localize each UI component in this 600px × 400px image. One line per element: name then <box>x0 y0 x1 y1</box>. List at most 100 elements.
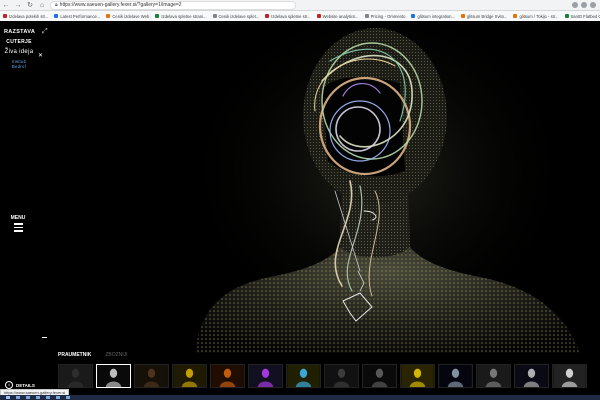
address-bar[interactable]: 🔒︎ https://www.saeuen-gallery.fexer.si/?g… <box>50 0 296 10</box>
bookmark-favicon-icon <box>364 14 369 18</box>
extension-icons <box>572 2 600 8</box>
thumbnail-image <box>249 365 282 387</box>
bookmark-favicon-icon <box>106 14 111 18</box>
brand-tagline: Živa ideja <box>4 49 34 55</box>
bookmark-label: Latest Performance... <box>60 13 101 19</box>
bookmark-item[interactable]: glitsum / Tokijo - str... <box>510 14 561 19</box>
thumbnail-image <box>401 365 434 387</box>
bookmark-item[interactable]: Latest Performance... <box>51 14 103 19</box>
bookmark-label: Cenik izdelave Web <box>112 13 150 19</box>
thumbnail-image <box>477 365 510 387</box>
thumbnail-colorful-people[interactable] <box>248 364 283 388</box>
bookmark-item[interactable]: Pricing - Ommento <box>362 14 409 19</box>
bookmark-label: Izdelava spletne str... <box>271 13 311 19</box>
thumbnail-strip <box>58 364 587 388</box>
bookmark-favicon-icon <box>411 14 416 18</box>
hamburger-icon <box>10 223 26 232</box>
home-icon[interactable]: ⌂ <box>38 0 46 11</box>
collapse-icon[interactable] <box>42 337 47 338</box>
bookmark-favicon-icon <box>54 14 59 18</box>
windows-start-icon[interactable] <box>6 396 10 399</box>
menu-label: MENU <box>10 215 26 221</box>
bookmark-label: Pricing - Ommento <box>370 13 406 19</box>
taskbar-app-icon[interactable] <box>46 396 50 399</box>
thumbnail-orange-figure[interactable] <box>210 364 245 388</box>
bookmark-favicon-icon <box>513 14 518 18</box>
thumbnail-yellow-cross[interactable] <box>400 364 435 388</box>
bookmark-favicon-icon <box>3 14 7 18</box>
thumbnail-spirit-figure[interactable] <box>438 364 473 388</box>
bookmark-favicon-icon <box>212 14 217 18</box>
menu-button[interactable]: MENU <box>10 215 26 234</box>
address-url: https://www.saeuen-gallery.fexer.si/?gal… <box>59 1 182 8</box>
gallery-page: RAZSTAVA CUTERJE Živa ideja Irwitub Bedr… <box>0 21 600 392</box>
bookmark-item[interactable]: glitsum Bridge Svito... <box>458 14 511 19</box>
bookmark-item[interactable]: Izdelava spletne str... <box>262 14 313 19</box>
bookmark-favicon-icon <box>265 14 270 18</box>
taskbar-app-icon[interactable] <box>56 396 60 399</box>
details-label: DETAILS <box>16 382 35 388</box>
bookmark-favicon-icon <box>460 14 465 18</box>
browser-toolbar: ← → ↻ ⌂ 🔒︎ https://www.saeuen-gallery.fex… <box>0 0 600 11</box>
thumbnail-circle-abstract[interactable] <box>514 364 549 388</box>
bookmark-label: Website analytics... <box>322 13 359 19</box>
thumbnail-image <box>135 365 168 387</box>
forward-icon[interactable]: → <box>14 0 22 11</box>
bookmark-label: glitsum integration... <box>417 13 455 19</box>
bookmark-item[interactable]: SanID Flatbed Gl... <box>562 14 600 19</box>
taskbar-app-icon[interactable] <box>26 396 30 399</box>
lock-icon: 🔒︎ <box>55 1 58 8</box>
thumbnail-dark-portrait[interactable] <box>134 364 169 388</box>
thumbnail-image <box>553 365 586 387</box>
taskbar-app-icon[interactable] <box>66 396 70 399</box>
profile-icon[interactable] <box>590 2 596 8</box>
strip-tabs: PRAUMETNIK ZBOZNIJI <box>58 352 128 358</box>
site-logo[interactable]: RAZSTAVA CUTERJE Živa ideja Irwitub Bedr… <box>4 29 36 69</box>
tab-praumetnik[interactable]: PRAUMETNIK <box>58 352 91 358</box>
thumbnail-dim-figure[interactable] <box>324 364 359 388</box>
artwork-image <box>178 21 580 353</box>
back-icon[interactable]: ← <box>2 0 10 11</box>
bookmark-label: SanID Flatbed Gl... <box>570 13 600 19</box>
bookmark-label: Izdelava potekih str... <box>9 13 49 19</box>
thumbnail-shadow-figure[interactable] <box>362 364 397 388</box>
thumbnail-image <box>439 365 472 387</box>
taskbar-app-icon[interactable] <box>16 396 20 399</box>
close-icon[interactable]: ✕ <box>38 52 43 59</box>
thumbnail-image <box>325 365 358 387</box>
bookmark-item[interactable]: Izdelava spletne strani... <box>152 14 209 19</box>
reload-icon[interactable]: ↻ <box>26 0 34 11</box>
bookmark-item[interactable]: Izdelava potekih str... <box>0 14 51 19</box>
thumbnail-image <box>515 365 548 387</box>
thumbnail-white-figures[interactable] <box>552 364 587 388</box>
thumbnail-image <box>97 365 130 387</box>
thumbnail-yellow-hands[interactable] <box>172 364 207 388</box>
fullscreen-icon[interactable]: ⤢ <box>42 28 48 36</box>
bookmark-label: Izdelava spletne strani... <box>161 13 207 19</box>
thumbnail-image <box>173 365 206 387</box>
thumbnail-image <box>363 365 396 387</box>
extension-icon[interactable] <box>581 2 587 8</box>
details-button[interactable]: i DETAILS <box>5 381 35 389</box>
bookmark-item[interactable]: Website analytics... <box>314 14 362 19</box>
extension-icon[interactable] <box>572 2 578 8</box>
thumbnail-skeleton-figure[interactable] <box>96 364 131 388</box>
thumbnail-image <box>287 365 320 387</box>
thumbnail-grey-machine[interactable] <box>476 364 511 388</box>
brand-link[interactable]: Irwitub Bedrof <box>4 59 34 69</box>
tab-zboznij[interactable]: ZBOZNIJI <box>105 352 127 358</box>
info-icon: i <box>5 381 13 389</box>
brand-title: RAZSTAVA <box>4 29 36 35</box>
bookmark-item[interactable]: glitsum integration... <box>408 14 457 19</box>
thumbnail-rainbow-pattern[interactable] <box>286 364 321 388</box>
thumbnail-dark-figure[interactable] <box>58 364 93 388</box>
brand-subtitle: CUTERJE <box>6 39 32 45</box>
bookmark-favicon-icon <box>564 14 569 18</box>
bookmark-favicon-icon <box>316 14 321 18</box>
thumbnail-image <box>59 365 92 387</box>
bookmark-item[interactable]: Cenik izdelave splet... <box>210 14 263 19</box>
bookmark-item[interactable]: Cenik izdelave Web <box>103 14 152 19</box>
thumbnail-image <box>211 365 244 387</box>
bookmark-label: Cenik izdelave splet... <box>218 13 260 19</box>
taskbar-app-icon[interactable] <box>36 396 40 399</box>
